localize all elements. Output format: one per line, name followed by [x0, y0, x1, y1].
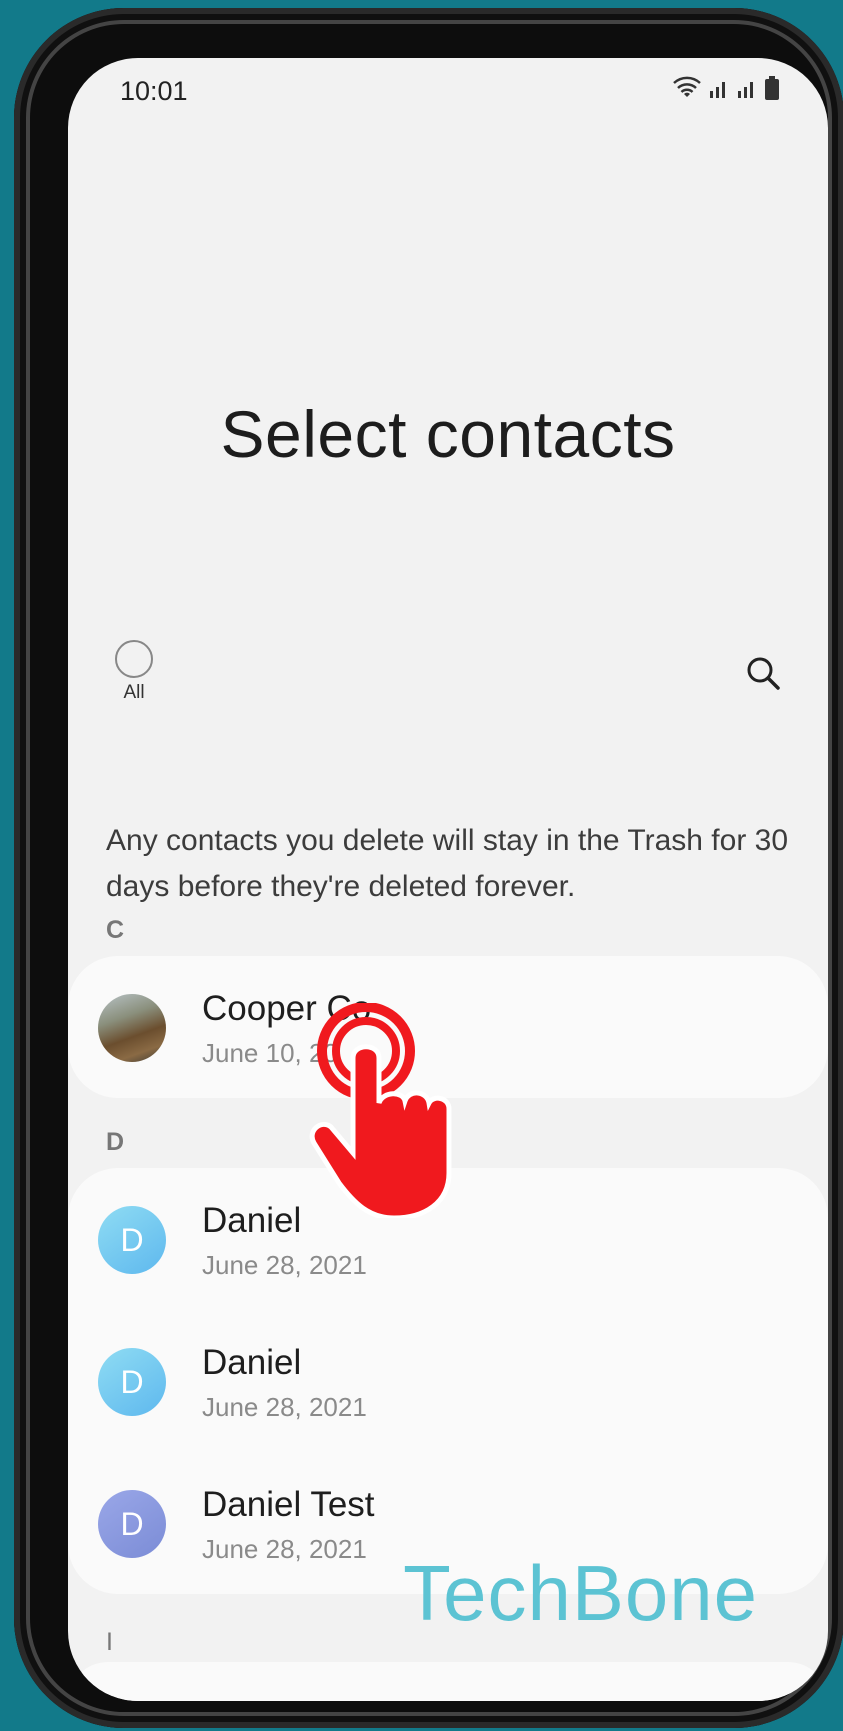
contact-date: June 28, 2021 [202, 1392, 367, 1422]
section-header-i: I [106, 1628, 113, 1656]
page-title: Select contacts [220, 397, 676, 471]
contact-date: June 28, 2021 [202, 1534, 367, 1564]
search-button[interactable] [738, 648, 788, 698]
status-icons [672, 68, 780, 108]
contact-row[interactable]: Cooper Co June 10, 20 [68, 956, 828, 1098]
signal-icon [710, 82, 725, 98]
contact-card-d: D Daniel June 28, 2021 D Daniel June 28,… [68, 1168, 828, 1594]
contact-name: Daniel [202, 1343, 302, 1382]
contact-name: Daniel Test [202, 1485, 375, 1524]
trash-notice: Any contacts you delete will stay in the… [106, 824, 789, 903]
contact-letter-avatar: D [98, 1490, 166, 1558]
search-icon [747, 657, 780, 690]
contact-card-i [68, 1662, 828, 1701]
watermark-logo: TechBone [403, 1549, 758, 1637]
signal-icon [738, 82, 753, 98]
battery-icon [765, 76, 779, 100]
contact-name: Cooper Co [202, 989, 372, 1028]
contact-row[interactable]: D Daniel June 28, 2021 [68, 1310, 828, 1452]
contact-date: June 10, 20 [202, 1038, 338, 1068]
select-all-radio[interactable] [115, 640, 153, 678]
contact-row[interactable]: D Daniel June 28, 2021 [68, 1168, 828, 1310]
select-all-label: All [123, 682, 145, 703]
contact-photo-avatar [98, 994, 166, 1062]
wifi-icon [673, 76, 701, 97]
contact-card-c: Cooper Co June 10, 20 [68, 956, 828, 1098]
section-header-d: D [106, 1128, 125, 1156]
contact-name: Daniel [202, 1201, 302, 1240]
contact-date: June 28, 2021 [202, 1250, 367, 1280]
screen: 10:01 Select contacts All Any contacts y… [68, 58, 828, 1701]
contact-letter-avatar: D [98, 1206, 166, 1274]
status-time: 10:01 [120, 76, 188, 106]
select-all[interactable]: All [104, 640, 164, 704]
section-header-c: C [106, 916, 125, 944]
contact-letter-avatar: D [98, 1348, 166, 1416]
phone-frame: 10:01 Select contacts All Any contacts y… [14, 8, 843, 1728]
status-bar: 10:01 [68, 58, 828, 128]
